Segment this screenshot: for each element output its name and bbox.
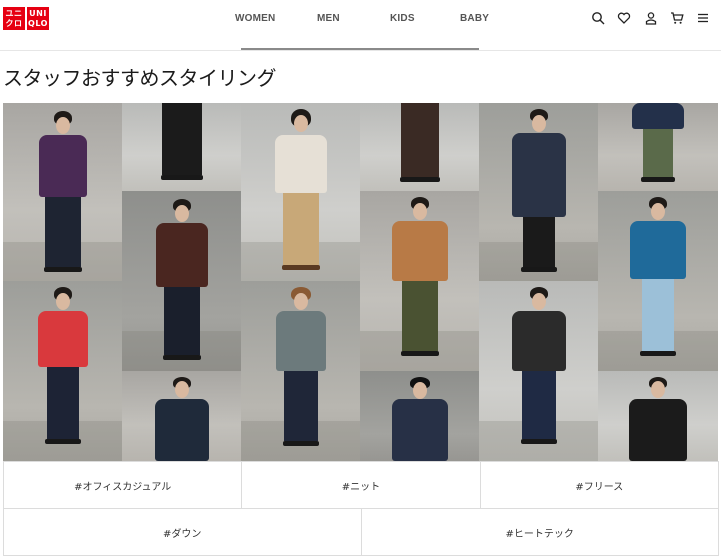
styling-photo[interactable] [122,191,241,371]
site-header: ユニ クロ UNI QLO WOMEN MEN KIDS BABY [0,0,721,51]
styling-photo[interactable] [598,191,718,371]
styling-photo[interactable] [598,103,718,191]
tag-row: #ダウン #ヒートテック [3,508,719,556]
styling-photo-grid [3,103,718,461]
styling-photo[interactable] [479,281,598,461]
menu-icon[interactable] [696,11,710,25]
user-icon[interactable] [644,11,658,25]
cart-icon[interactable] [670,11,684,25]
styling-photo[interactable] [360,103,479,191]
nav-active-indicator [241,48,479,50]
styling-photo[interactable] [360,371,479,461]
styling-photo[interactable] [241,281,360,461]
styling-photo[interactable] [3,103,122,281]
styling-photo[interactable] [360,191,479,371]
style-tags: #オフィスカジュアル #ニット #フリース #ダウン #ヒートテック [3,461,719,556]
styling-photo[interactable] [122,103,241,191]
search-icon[interactable] [591,11,605,25]
tag-row: #オフィスカジュアル #ニット #フリース [3,461,719,509]
main-nav: WOMEN MEN KIDS BABY [0,13,721,27]
tag-fleece[interactable]: #フリース [479,461,719,509]
nav-kids[interactable]: KIDS [390,13,415,24]
tag-office-casual[interactable]: #オフィスカジュアル [3,461,243,509]
tag-heattech[interactable]: #ヒートテック [360,508,719,556]
nav-baby[interactable]: BABY [460,13,489,24]
nav-women[interactable]: WOMEN [235,13,275,24]
styling-photo[interactable] [479,103,598,281]
styling-photo[interactable] [598,371,718,461]
styling-photo[interactable] [122,371,241,461]
styling-photo[interactable] [3,281,122,461]
nav-men[interactable]: MEN [317,13,340,24]
tag-down[interactable]: #ダウン [3,508,362,556]
styling-photo[interactable] [241,103,360,281]
tag-knit[interactable]: #ニット [241,461,481,509]
page-title: スタッフおすすめスタイリング [3,66,277,90]
heart-icon[interactable] [617,11,631,25]
